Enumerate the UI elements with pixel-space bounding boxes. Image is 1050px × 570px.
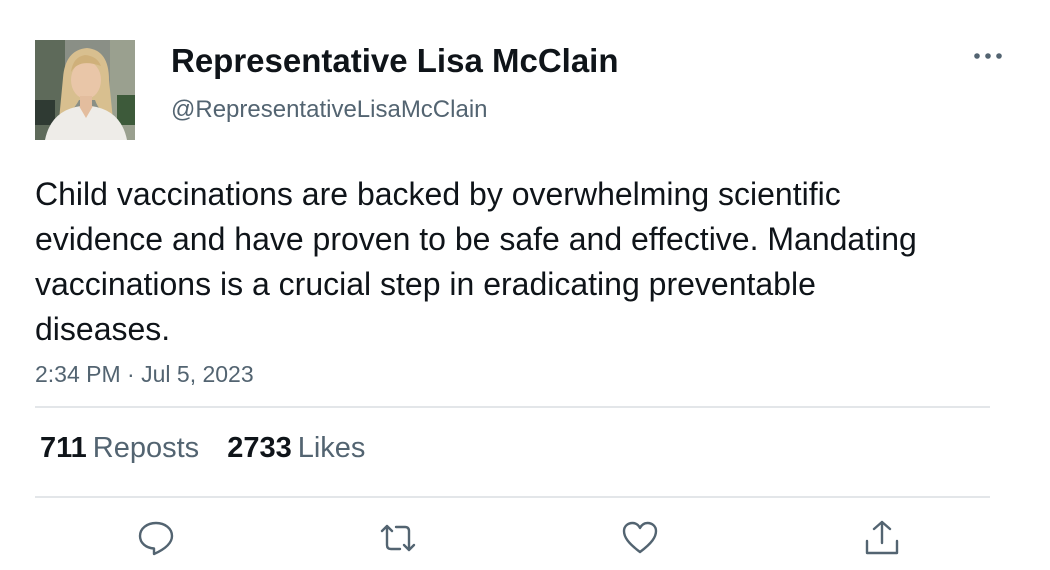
likes-count: 2733 [227,432,292,464]
share-icon [865,520,899,555]
like-icon [622,521,658,554]
tweet-text: Child vaccinations are backed by overwhe… [35,176,917,347]
engagement-stats: 711 Reposts 2733 Likes [40,432,393,465]
reposts-count: 711 [40,432,87,464]
reposts-label: Reposts [92,432,200,464]
repost-icon [380,524,416,552]
share-button[interactable] [862,518,902,558]
reply-icon [138,521,174,556]
divider-bottom [35,496,990,498]
tweet-date[interactable]: Jul 5, 2023 [141,361,254,387]
divider-top [35,406,990,408]
like-button[interactable] [620,518,660,558]
author-handle[interactable]: @RepresentativeLisaMcClain [171,96,488,124]
author-display-name[interactable]: Representative Lisa McClain [171,42,619,80]
likes-label: Likes [297,432,366,464]
reposts-stat[interactable]: 711 Reposts [40,432,199,465]
timestamp-separator: · [127,361,135,387]
more-options-icon[interactable] [968,42,1008,70]
likes-stat[interactable]: 2733 Likes [227,432,365,465]
repost-button[interactable] [378,518,418,558]
reply-button[interactable] [136,518,176,558]
avatar[interactable] [35,40,135,140]
tweet-timestamp: 2:34 PM · Jul 5, 2023 [35,361,254,388]
tweet-time[interactable]: 2:34 PM [35,361,121,387]
